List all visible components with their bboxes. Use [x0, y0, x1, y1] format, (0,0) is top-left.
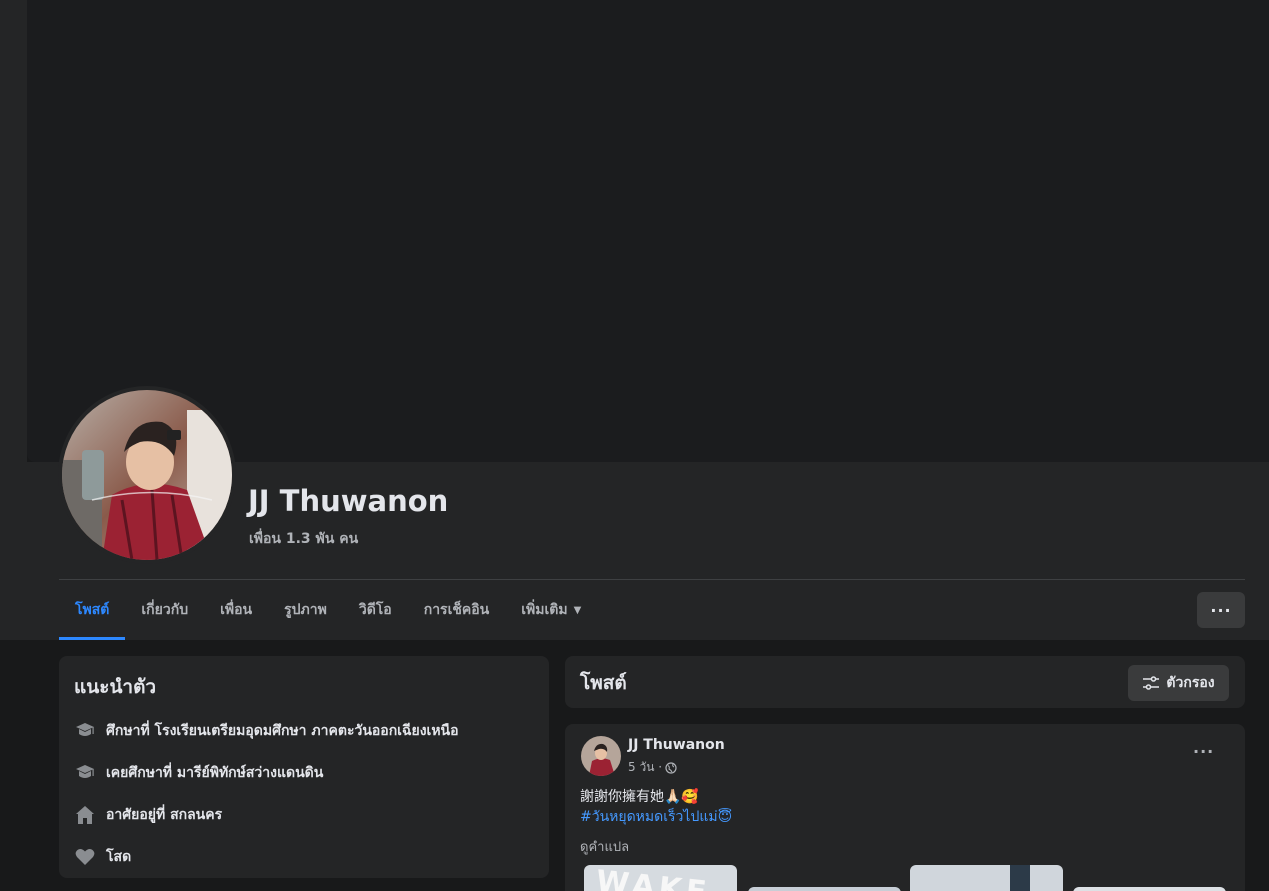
posts-header: โพสต์ ตัวกรอง	[565, 656, 1245, 708]
posts-title: โพสต์	[580, 672, 627, 694]
post-meta: 5 วัน ·	[628, 758, 677, 777]
intro-title: แนะนำตัว	[74, 676, 157, 698]
intro-item-education[interactable]: ศึกษาที่ โรงเรียนเตรียมอุดมศึกษา ภาคตะวั…	[74, 710, 534, 752]
tab-friends[interactable]: เพื่อน	[204, 580, 268, 640]
globe-icon	[665, 761, 677, 774]
filter-button[interactable]: ตัวกรอง	[1128, 665, 1229, 701]
tab-label: การเช็คอิน	[423, 602, 490, 618]
graduation-cap-icon	[74, 720, 96, 742]
post-photo[interactable]	[1073, 887, 1226, 891]
tab-label: เพื่อน	[220, 602, 253, 618]
caret-down-icon: ▼	[573, 604, 582, 616]
tab-label: โพสต์	[75, 602, 110, 618]
friends-count[interactable]: เพื่อน 1.3 พัน คน	[249, 528, 358, 550]
intro-item-text: เคยศึกษาที่ มารีย์พิทักษ์สว่างแดนดิน	[106, 765, 324, 781]
post-hashtag[interactable]: #วันหยุดหมดเร็วไปแม่😇	[580, 806, 732, 828]
profile-picture[interactable]	[58, 386, 236, 564]
profile-picture-image	[62, 390, 232, 560]
home-icon	[74, 804, 96, 826]
tab-label: เพิ่มเติม	[521, 602, 568, 618]
intro-card: แนะนำตัว ศึกษาที่ โรงเรียนเตรียมอุดมศึกษ…	[59, 656, 549, 878]
graduation-cap-icon	[74, 762, 96, 784]
post-options-button[interactable]: ···	[1193, 742, 1214, 761]
filter-icon	[1143, 676, 1160, 690]
post-card: JJ Thuwanon 5 วัน · ··· 謝謝你擁有她🙏🏻🥰 #วันหย…	[565, 724, 1245, 891]
profile-tabs: โพสต์ เกี่ยวกับ เพื่อน รูปภาพ วิดีโอ การ…	[59, 580, 597, 640]
post-author-name[interactable]: JJ Thuwanon	[628, 737, 725, 753]
tab-posts[interactable]: โพสต์	[59, 580, 126, 640]
post-photo[interactable]: WAKE	[584, 864, 737, 891]
post-photo[interactable]	[748, 887, 901, 891]
intro-item-relationship[interactable]: โสด	[74, 836, 534, 878]
see-translation-link[interactable]: ดูคำแปล	[580, 836, 629, 857]
intro-item-past-education[interactable]: เคยศึกษาที่ มารีย์พิทักษ์สว่างแดนดิน	[74, 752, 534, 794]
intro-item-text: อาศัยอยู่ที่ สกลนคร	[106, 807, 223, 823]
post-text: 謝謝你擁有她🙏🏻🥰	[580, 789, 699, 805]
tab-checkins[interactable]: การเช็คอิน	[408, 580, 506, 640]
intro-item-text: โสด	[106, 849, 132, 865]
tab-label: รูปภาพ	[284, 602, 327, 618]
tab-label: เกี่ยวกับ	[141, 602, 189, 618]
svg-text:WAKE: WAKE	[594, 865, 712, 891]
tab-photos[interactable]: รูปภาพ	[268, 580, 343, 640]
cover-photo[interactable]	[27, 0, 1269, 462]
post-author-avatar[interactable]	[581, 736, 621, 776]
tab-about[interactable]: เกี่ยวกับ	[125, 580, 204, 640]
profile-name: JJ Thuwanon	[248, 484, 449, 518]
tab-label: วิดีโอ	[358, 602, 392, 618]
intro-item-text: ศึกษาที่ โรงเรียนเตรียมอุดมศึกษา ภาคตะวั…	[106, 723, 459, 739]
heart-icon	[74, 846, 96, 868]
filter-label: ตัวกรอง	[1166, 675, 1215, 691]
tab-more[interactable]: เพิ่มเติม ▼	[505, 580, 597, 640]
more-options-button[interactable]: ···	[1197, 592, 1245, 628]
intro-item-location[interactable]: อาศัยอยู่ที่ สกลนคร	[74, 794, 534, 836]
tab-videos[interactable]: วิดีโอ	[343, 580, 408, 640]
post-photo[interactable]	[910, 865, 1063, 891]
post-time[interactable]: 5 วัน ·	[628, 758, 662, 777]
